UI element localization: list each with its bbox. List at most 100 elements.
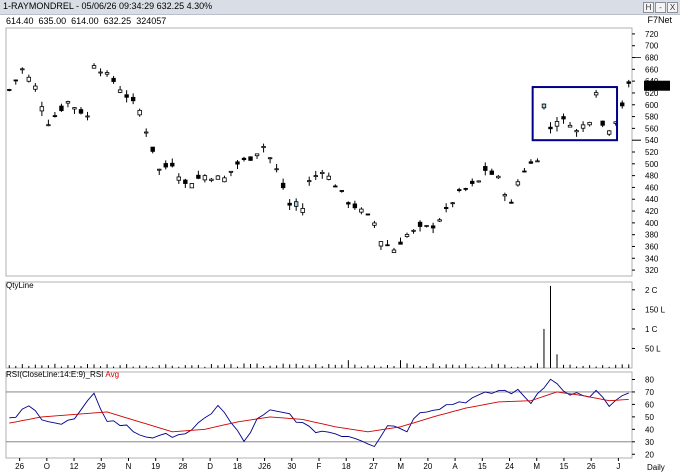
candle — [535, 160, 540, 163]
candle — [404, 234, 410, 237]
period-label: Daily — [647, 463, 665, 472]
x-tick-label: 24 — [505, 462, 514, 471]
rsi-tick-label: 40 — [645, 425, 654, 434]
candle — [574, 130, 579, 133]
volume-tick-label: 150 L — [645, 305, 666, 314]
candle — [359, 208, 364, 213]
candle — [157, 168, 162, 171]
price-tick-label: 460 — [645, 183, 659, 192]
candle — [476, 180, 481, 183]
price-tick-label: 320 — [645, 266, 659, 275]
price-tick-label: 680 — [645, 54, 659, 63]
x-tick-label: 20 — [423, 462, 432, 471]
candle — [346, 202, 351, 205]
candle — [470, 180, 475, 184]
x-tick-label: 18 — [342, 462, 351, 471]
candle — [509, 201, 514, 204]
candle — [144, 131, 149, 134]
x-tick-label: A — [452, 462, 458, 471]
rsi-avg-line — [9, 391, 629, 433]
candle — [52, 115, 58, 117]
candle — [489, 170, 494, 175]
candle — [287, 202, 292, 206]
candle — [437, 219, 442, 222]
price-tick-label: 540 — [645, 136, 659, 145]
candle — [46, 124, 51, 127]
rsi-tick-label: 80 — [645, 375, 654, 384]
candle — [606, 130, 612, 135]
candle — [104, 72, 110, 75]
candle — [600, 120, 605, 126]
candle — [228, 170, 234, 173]
candle — [300, 208, 305, 213]
x-tick-label: 26 — [15, 462, 24, 471]
x-tick-label: 27 — [369, 462, 378, 471]
candle — [385, 244, 390, 247]
candle — [111, 77, 116, 82]
candle — [457, 189, 462, 192]
volume-tick-label: 1 C — [645, 325, 658, 334]
candle — [391, 249, 397, 254]
candle — [85, 115, 90, 118]
rsi-panel-label: RSI(CloseLine:14:E:9)_RSI — [6, 370, 103, 379]
price-tick-label: 340 — [645, 254, 659, 263]
candle — [196, 174, 201, 179]
candle — [72, 107, 77, 110]
price-tick-label: 520 — [645, 148, 659, 157]
rsi-tick-label: 20 — [645, 450, 654, 459]
candle — [222, 177, 227, 183]
candle — [502, 194, 508, 197]
x-tick-label: J26 — [258, 462, 271, 471]
x-tick-label: 18 — [233, 462, 242, 471]
candle — [307, 180, 312, 183]
price-tick-label: 440 — [645, 195, 659, 204]
volume-panel-label: QtyLine — [6, 281, 34, 290]
x-tick-label: 26 — [587, 462, 596, 471]
candle — [326, 175, 331, 180]
x-tick-label: N — [126, 462, 132, 471]
stock-chart[interactable]: 320 340 360 380 400 420 440 460 480 500 520 540 560 5… — [0, 0, 680, 476]
candle — [450, 202, 455, 205]
candle — [378, 241, 384, 247]
candle — [124, 94, 129, 98]
candle — [483, 166, 488, 171]
candle — [274, 168, 279, 171]
candle — [554, 121, 560, 127]
rsi-line — [9, 378, 629, 448]
candle — [163, 163, 168, 168]
rsi-tick-label: 50 — [645, 413, 654, 422]
candle — [515, 181, 521, 186]
candle — [7, 89, 12, 91]
x-tick-label: D — [207, 462, 213, 471]
candle — [443, 207, 449, 209]
candle — [417, 221, 423, 227]
candle — [593, 92, 599, 96]
candle — [117, 89, 123, 93]
candle — [59, 105, 64, 112]
rsi-tick-label: 70 — [645, 388, 654, 397]
candle — [248, 156, 253, 161]
x-tick-label: 19 — [151, 462, 160, 471]
price-tick-label: 480 — [645, 172, 659, 181]
x-tick-label: 29 — [97, 462, 106, 471]
candle — [541, 103, 547, 109]
candle — [137, 109, 142, 116]
candle — [78, 109, 84, 114]
candle — [26, 76, 32, 82]
last-price-label: 632.25 — [645, 82, 670, 91]
candle — [626, 81, 631, 84]
x-tick-label: 28 — [178, 462, 187, 471]
candle — [209, 178, 214, 181]
volume-tick-label: 2 C — [645, 286, 658, 295]
consolidation-box — [531, 86, 619, 142]
panel-frame-0 — [5, 27, 633, 277]
candle — [561, 116, 566, 120]
x-tick-label: 12 — [70, 462, 79, 471]
x-tick-label: 30 — [287, 462, 296, 471]
x-tick-label: J — [616, 462, 620, 471]
candle — [170, 162, 175, 167]
candle — [241, 157, 247, 160]
rsi-tick-label: 30 — [645, 438, 654, 447]
svg-text:RSI(CloseLine:14:E:9)_RSIAvg: RSI(CloseLine:14:E:9)_RSI Avg — [6, 370, 119, 379]
candle — [280, 182, 286, 189]
